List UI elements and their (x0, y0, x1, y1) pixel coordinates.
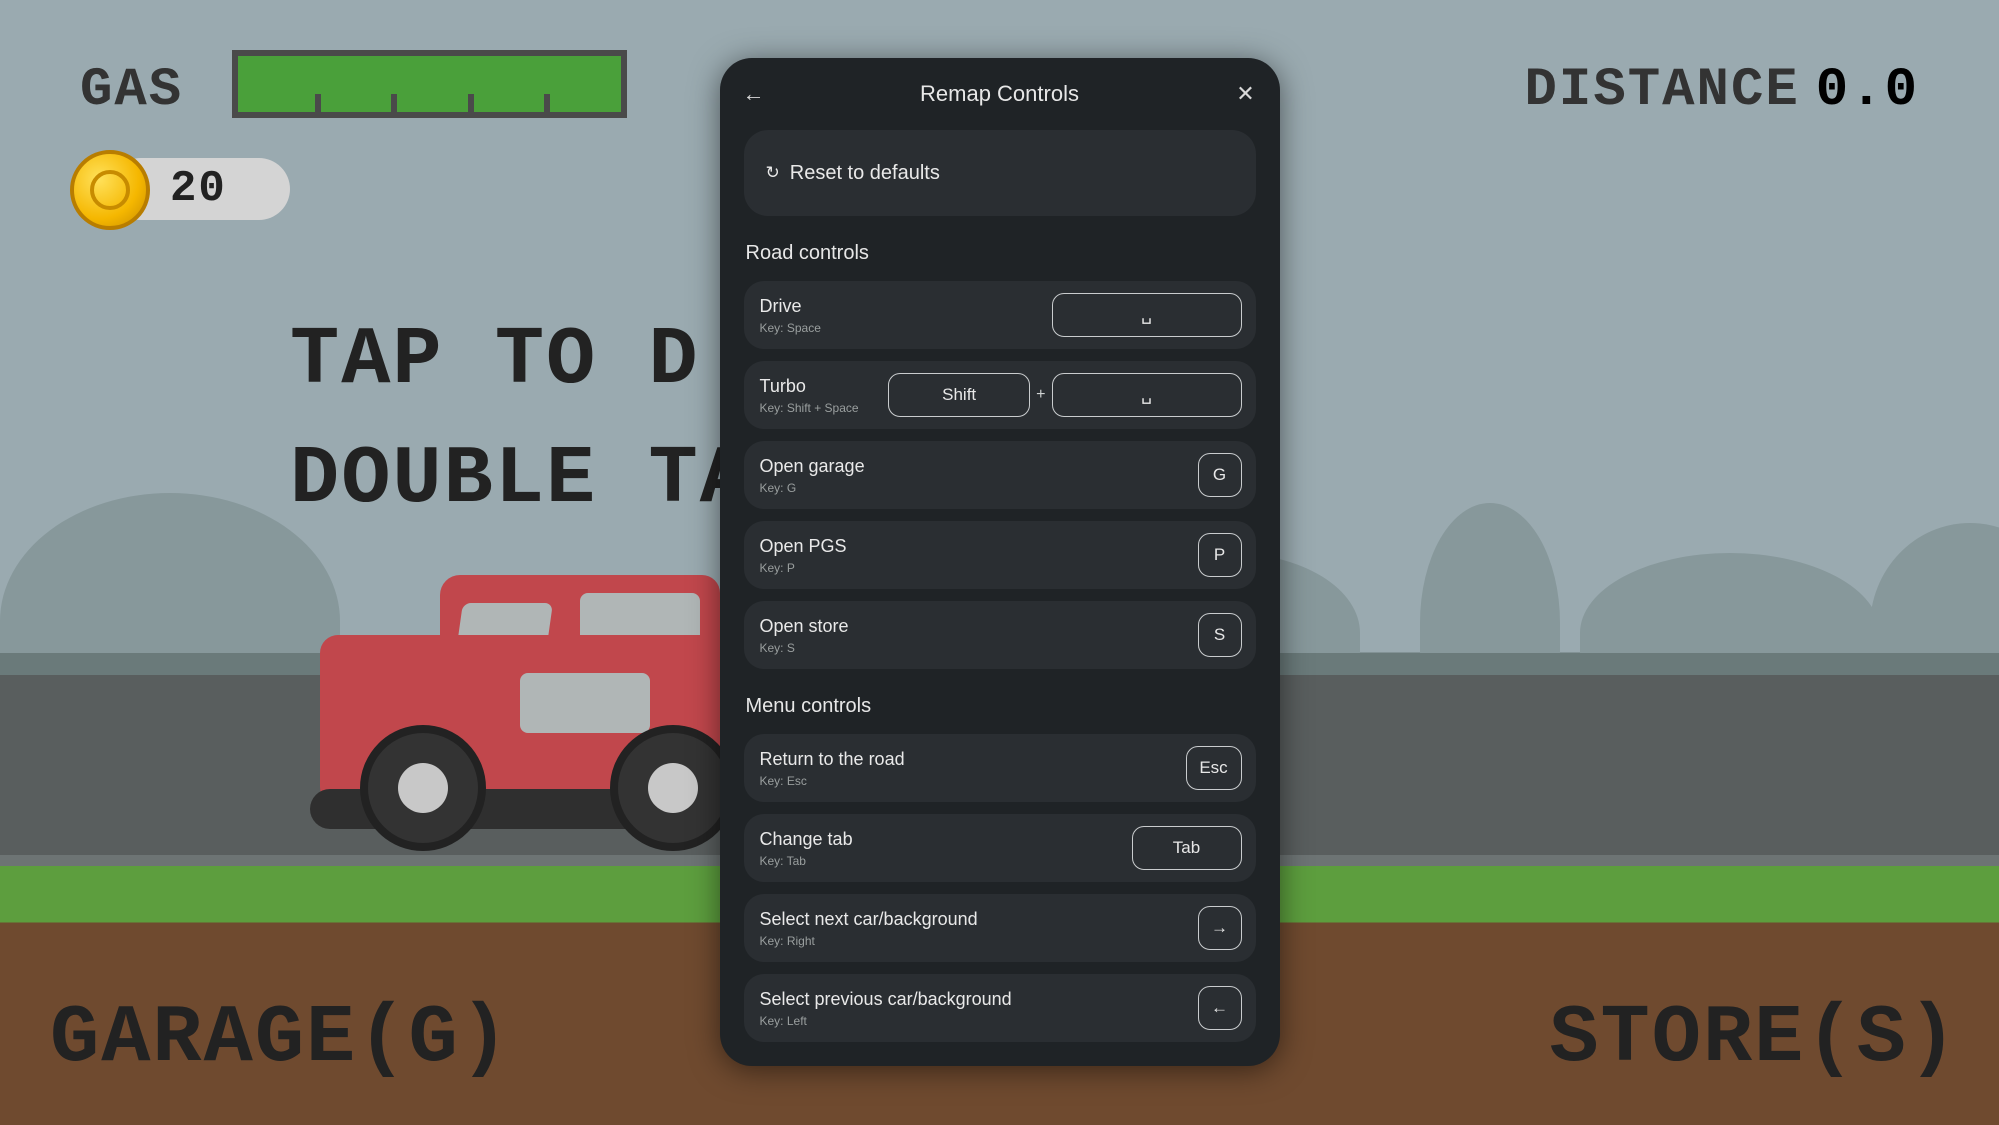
row-title: Open PGS (760, 536, 847, 557)
back-button[interactable]: ← (738, 78, 770, 110)
arrow-left-icon: ← (1211, 998, 1228, 1018)
row-title: Open garage (760, 456, 865, 477)
row-open-pgs[interactable]: Open PGS Key: P P (744, 521, 1256, 589)
key-binding[interactable]: S (1198, 613, 1242, 657)
row-select-prev[interactable]: Select previous car/background Key: Left… (744, 974, 1256, 1042)
arrow-right-icon: → (1211, 918, 1228, 938)
row-sub: Key: G (760, 481, 865, 495)
close-icon: ✕ (1236, 81, 1254, 107)
row-title: Select previous car/background (760, 989, 1012, 1010)
section-road-controls: Road controls (744, 228, 1256, 269)
car-wheel (360, 725, 486, 851)
refresh-icon: ↻ (766, 163, 780, 183)
row-title: Change tab (760, 829, 853, 850)
row-title: Drive (760, 296, 821, 317)
key-label: Esc (1199, 758, 1227, 778)
row-title: Open store (760, 616, 849, 637)
plus-separator: + (1036, 386, 1045, 404)
space-icon: ␣ (1141, 305, 1152, 325)
distance-label: Distance (1525, 60, 1800, 121)
key-binding[interactable]: G (1198, 453, 1242, 497)
coin-count: 20 (170, 164, 227, 214)
key-label: G (1213, 465, 1226, 485)
key-binding[interactable]: ␣ (1052, 373, 1242, 417)
key-binding[interactable]: ␣ (1052, 293, 1242, 337)
store-button[interactable]: Store(S) (1549, 992, 1959, 1085)
key-label: Tab (1173, 838, 1200, 858)
key-binding[interactable]: ← (1198, 986, 1242, 1030)
arrow-left-icon: ← (743, 81, 765, 107)
row-title: Select next car/background (760, 909, 978, 930)
reset-defaults-button[interactable]: ↻ Reset to defaults (744, 130, 1256, 216)
modal-body: ↻ Reset to defaults Road controls Drive … (720, 130, 1280, 1066)
row-title: Return to the road (760, 749, 905, 770)
row-sub: Key: P (760, 561, 847, 575)
key-binding[interactable]: Esc (1186, 746, 1242, 790)
gas-meter (232, 50, 627, 118)
garage-button[interactable]: Garage(G) (50, 992, 511, 1085)
close-button[interactable]: ✕ (1230, 78, 1262, 110)
gas-label: Gas (80, 60, 183, 121)
remap-controls-modal: ← Remap Controls ✕ ↻ Reset to defaults R… (720, 58, 1280, 1066)
key-binding[interactable]: Tab (1132, 826, 1242, 870)
row-sub: Key: S (760, 641, 849, 655)
row-title: Turbo (760, 376, 859, 397)
key-label: S (1214, 625, 1225, 645)
row-change-tab[interactable]: Change tab Key: Tab Tab (744, 814, 1256, 882)
gas-fill (238, 56, 621, 112)
row-drive[interactable]: Drive Key: Space ␣ (744, 281, 1256, 349)
row-sub: Key: Space (760, 321, 821, 335)
key-label: Shift (942, 385, 976, 405)
key-binding[interactable]: P (1198, 533, 1242, 577)
row-sub: Key: Shift + Space (760, 401, 859, 415)
distance-value: 0.0 (1816, 60, 1919, 121)
row-open-garage[interactable]: Open garage Key: G G (744, 441, 1256, 509)
distance-display: Distance 0.0 (1525, 60, 1919, 121)
row-return-road[interactable]: Return to the road Key: Esc Esc (744, 734, 1256, 802)
space-icon: ␣ (1141, 385, 1152, 405)
coin-icon (70, 150, 150, 230)
row-sub: Key: Tab (760, 854, 853, 868)
key-binding[interactable]: → (1198, 906, 1242, 950)
row-turbo[interactable]: Turbo Key: Shift + Space Shift + ␣ (744, 361, 1256, 429)
row-open-store[interactable]: Open store Key: S S (744, 601, 1256, 669)
row-sub: Key: Esc (760, 774, 905, 788)
modal-header: ← Remap Controls ✕ (720, 58, 1280, 130)
key-binding[interactable]: Shift (888, 373, 1030, 417)
section-menu-controls: Menu controls (744, 681, 1256, 722)
modal-title: Remap Controls (920, 81, 1079, 107)
car-wheel (610, 725, 736, 851)
key-label: P (1214, 545, 1225, 565)
row-sub: Key: Right (760, 934, 978, 948)
row-select-next[interactable]: Select next car/background Key: Right → (744, 894, 1256, 962)
reset-label: Reset to defaults (790, 162, 940, 185)
row-sub: Key: Left (760, 1014, 1012, 1028)
